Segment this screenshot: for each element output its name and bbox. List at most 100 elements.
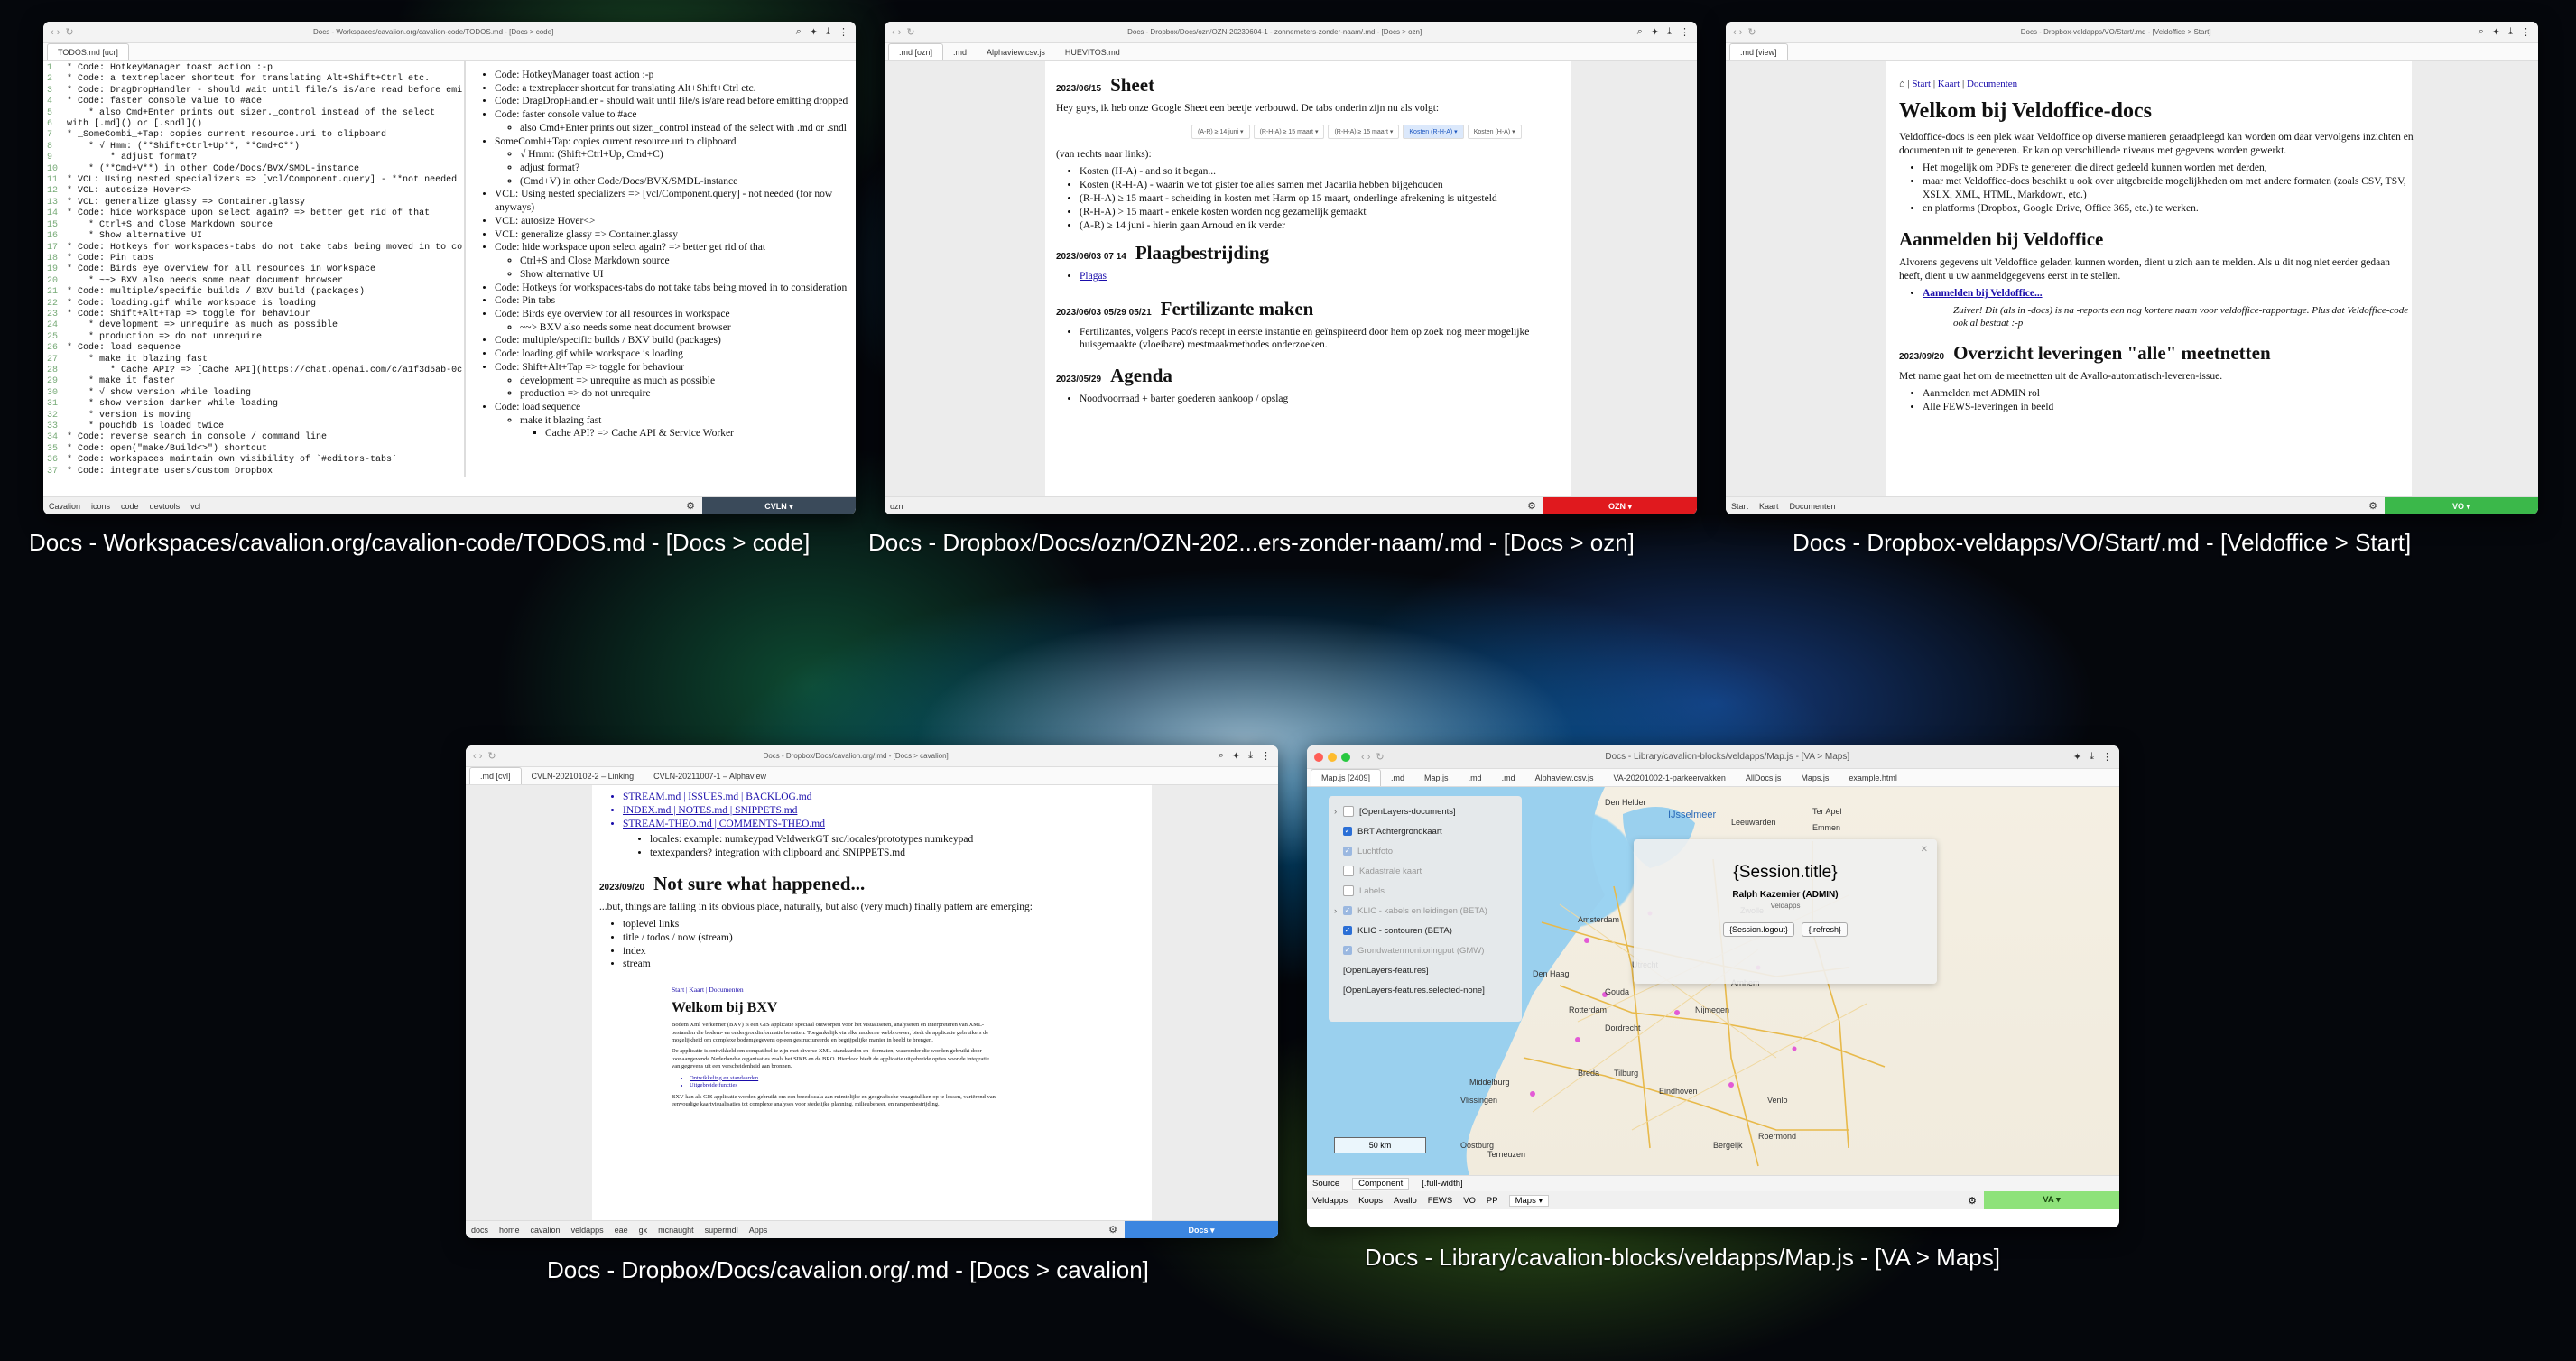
layer-row[interactable]: [OpenLayers-features] [1334, 960, 1516, 980]
tab[interactable]: Maps.js [1791, 773, 1839, 782]
status-tab[interactable]: Apps [749, 1226, 768, 1235]
link[interactable]: Uitgebreide functies [690, 1082, 996, 1089]
tab[interactable]: Map.js [2409] [1311, 769, 1382, 786]
tab-start[interactable]: .md [view] [1729, 43, 1788, 60]
tab[interactable]: .md [ozn] [888, 43, 944, 60]
tab[interactable]: example.html [1839, 773, 1907, 782]
workspace-badge[interactable]: Docs ▾ [1125, 1220, 1278, 1238]
tab-todos[interactable]: TODOS.md [ucr] [47, 43, 129, 60]
status-tab[interactable]: VO [1463, 1196, 1476, 1206]
chevron-right-icon[interactable]: › [1334, 807, 1343, 817]
layer-checkbox[interactable]: ✓ [1343, 827, 1352, 836]
status-tab[interactable]: Start [1731, 502, 1748, 511]
puzzle-icon[interactable]: ✦ [2073, 751, 2081, 763]
window-map[interactable]: ‹ › ↻ Docs - Library/cavalion-blocks/vel… [1307, 745, 2119, 1227]
tab[interactable]: .md [1381, 773, 1414, 782]
back-icon[interactable]: ‹ › [1361, 752, 1370, 763]
breadcrumb-link[interactable]: Start [1912, 79, 1931, 89]
more-icon[interactable]: ⋮ [2521, 26, 2531, 38]
close-icon[interactable]: ✕ [1921, 845, 1928, 855]
status-tab[interactable]: Cavalion [49, 502, 80, 511]
status-tab[interactable]: eae [615, 1226, 628, 1235]
workspace-badge[interactable]: VA ▾ [1984, 1191, 2119, 1209]
link[interactable]: Ontwikkeling en standaarden [690, 1075, 996, 1082]
back-icon[interactable]: ‹ › [51, 27, 60, 38]
map-canvas[interactable]: Den Helder IJsselmeer Ter Apel Emmen Leeuwar… [1307, 787, 2119, 1175]
gear-icon[interactable]: ⚙ [2368, 500, 2377, 512]
chevron-right-icon[interactable]: › [1334, 906, 1343, 916]
sheet-tab-chip[interactable]: (A-R) ≥ 14 juni ▾ [1191, 124, 1250, 139]
status-tab[interactable]: docs [471, 1226, 488, 1235]
back-icon[interactable]: ‹ › [892, 27, 901, 38]
more-icon[interactable]: ⋮ [2102, 751, 2112, 763]
layer-row[interactable]: ✓ KLIC - contouren (BETA) [1334, 921, 1516, 940]
zoom-button[interactable] [1341, 752, 1350, 762]
status-tab[interactable]: Veldapps [1312, 1196, 1348, 1206]
status-tab[interactable]: Kaart [1759, 502, 1779, 511]
status-tab[interactable]: FEWS [1428, 1196, 1452, 1206]
status-tab[interactable]: gx [639, 1226, 648, 1235]
window-cavalion[interactable]: ‹ › ↻ Docs - Dropbox/Docs/cavalion.org/.… [466, 745, 1278, 1238]
layer-row[interactable]: › [OpenLayers-documents] [1334, 801, 1516, 821]
download-icon[interactable]: ⤓ [826, 26, 830, 38]
layer-checkbox[interactable] [1343, 885, 1354, 896]
reload-icon[interactable]: ↻ [1747, 26, 1756, 38]
more-icon[interactable]: ⋮ [1680, 26, 1690, 38]
gear-icon[interactable]: ⚙ [1527, 500, 1536, 512]
home-icon[interactable]: ⌂ | [1899, 79, 1912, 89]
splitter[interactable] [464, 61, 466, 477]
close-button[interactable] [1314, 752, 1323, 762]
status-tab[interactable]: mcnaught [658, 1226, 694, 1235]
status-tab[interactable]: code [121, 502, 139, 511]
bottom-tab[interactable]: Source [1312, 1179, 1339, 1189]
workspace-badge[interactable]: OZN ▾ [1543, 496, 1697, 514]
status-tab[interactable]: cavalion [531, 1226, 561, 1235]
status-tab[interactable]: Koops [1358, 1196, 1383, 1206]
tab[interactable]: HUEVITOS.md [1055, 48, 1130, 57]
window-todos[interactable]: ‹ › ↻ Docs - Workspaces/cavalion.org/cav… [43, 22, 856, 514]
status-tab[interactable]: ozn [890, 502, 903, 511]
search-icon[interactable]: ⌕ [1637, 26, 1643, 38]
status-tab[interactable]: Maps ▾ [1508, 1194, 1550, 1207]
link-row[interactable]: INDEX.md | NOTES.md | SNIPPETS.md [623, 804, 1150, 818]
tab[interactable]: Alphaview.csv.js [1525, 773, 1604, 782]
window-veldoffice[interactable]: ‹ › ↻ Docs - Dropbox-veldapps/VO/Start/.… [1726, 22, 2538, 514]
status-tab[interactable]: PP [1487, 1196, 1498, 1206]
layer-checkbox[interactable] [1343, 866, 1354, 876]
download-icon[interactable]: ⤓ [1667, 26, 1672, 38]
tab[interactable]: AllDocs.js [1736, 773, 1792, 782]
gear-icon[interactable]: ⚙ [686, 500, 695, 512]
more-icon[interactable]: ⋮ [1261, 750, 1271, 762]
tab[interactable]: .md [1492, 773, 1525, 782]
tab[interactable]: CVLN-20210102-2 – Linking [522, 772, 644, 781]
download-icon[interactable]: ⤓ [2508, 26, 2513, 38]
puzzle-icon[interactable]: ✦ [1232, 750, 1240, 762]
status-tab[interactable]: veldapps [571, 1226, 604, 1235]
layer-row[interactable]: Labels [1334, 881, 1516, 901]
layer-row[interactable]: ✓ Grondwatermonitoringput (GMW) [1334, 940, 1516, 960]
tab[interactable]: VA-20201002-1-parkeervakken [1603, 773, 1735, 782]
search-icon[interactable]: ⌕ [796, 26, 802, 38]
bottom-tab[interactable]: Component [1352, 1178, 1410, 1190]
more-icon[interactable]: ⋮ [839, 26, 848, 38]
tab[interactable]: Alphaview.csv.js [977, 48, 1055, 57]
breadcrumb-link[interactable]: Documenten [1967, 79, 2017, 89]
link-row[interactable]: STREAM-THEO.md | COMMENTS-THEO.md [623, 818, 1150, 831]
layer-checkbox[interactable]: ✓ [1343, 926, 1352, 935]
back-icon[interactable]: ‹ › [1733, 27, 1742, 38]
tab[interactable]: Map.js [1414, 773, 1459, 782]
search-icon[interactable]: ⌕ [2479, 26, 2484, 38]
download-icon[interactable]: ⤓ [1248, 750, 1253, 762]
back-icon[interactable]: ‹ › [473, 751, 482, 762]
layer-row[interactable]: ✓ Luchtfoto [1334, 841, 1516, 861]
sheet-tab-chip[interactable]: (R-H-A) ≥ 15 maart ▾ [1328, 124, 1400, 139]
bottom-tab[interactable]: [.full-width] [1422, 1179, 1462, 1189]
puzzle-icon[interactable]: ✦ [1651, 26, 1659, 38]
reload-icon[interactable]: ↻ [487, 750, 496, 762]
status-tab[interactable]: vcl [190, 502, 200, 511]
gear-icon[interactable]: ⚙ [1968, 1195, 1977, 1207]
status-tab[interactable]: devtools [150, 502, 181, 511]
tab[interactable]: .md [cvl] [469, 767, 522, 784]
layer-row[interactable]: [OpenLayers-features.selected-none] [1334, 980, 1516, 1000]
link-plagas[interactable]: Plagas [1080, 271, 1107, 282]
